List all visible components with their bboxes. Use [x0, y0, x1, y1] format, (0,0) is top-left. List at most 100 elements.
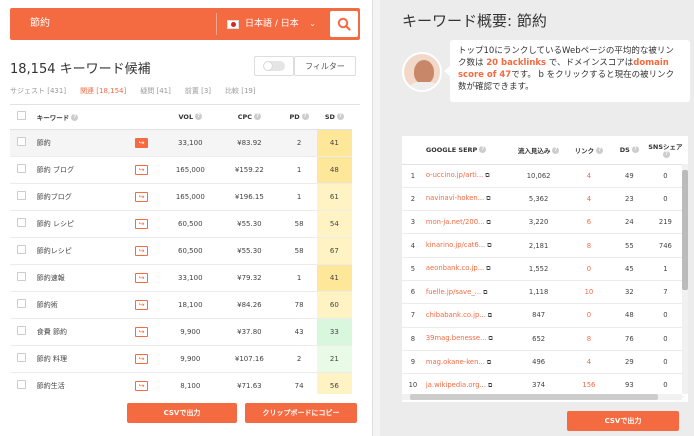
row-checkbox[interactable]: [16, 245, 26, 254]
open-arrow-icon[interactable]: ↪: [135, 353, 149, 364]
serp-url-cell[interactable]: kinarino.jp/cat6... ⧉: [424, 234, 511, 257]
links-cell[interactable]: 4: [566, 187, 612, 210]
keyword-cell[interactable]: 節約 料理: [33, 345, 120, 372]
tab-questions[interactable]: 疑問 [41]: [140, 86, 171, 102]
links-cell[interactable]: 0: [566, 304, 612, 327]
serp-url-cell[interactable]: aeonbank.co.jp... ⧉: [424, 257, 511, 280]
links-cell[interactable]: 8: [566, 327, 612, 350]
header-keyword[interactable]: キーワード?: [32, 105, 120, 130]
serp-horizontal-scrollbar[interactable]: [402, 394, 682, 400]
row-checkbox[interactable]: [16, 380, 26, 389]
row-checkbox[interactable]: [16, 164, 26, 173]
serp-url-cell[interactable]: 39mag.benesse... ⧉: [424, 327, 511, 350]
links-cell[interactable]: 4: [566, 350, 612, 373]
select-all-checkbox[interactable]: [16, 111, 26, 121]
external-link-icon[interactable]: ⧉: [485, 172, 489, 179]
serp-url-link[interactable]: ja.wikipedia.org...: [426, 381, 486, 389]
external-link-icon[interactable]: ⧉: [487, 219, 491, 226]
open-arrow-icon[interactable]: ↪: [135, 245, 149, 256]
open-arrow-icon[interactable]: ↪: [135, 218, 149, 229]
keyword-cell[interactable]: 節約術: [33, 291, 120, 318]
help-icon[interactable]: ?: [631, 146, 639, 154]
serp-url-cell[interactable]: fuelle.jp/save_... ⧉: [424, 280, 511, 303]
open-arrow-icon[interactable]: ↪: [135, 191, 149, 202]
serp-url-link[interactable]: mon-ja.net/200...: [426, 218, 485, 226]
help-icon[interactable]: ?: [662, 151, 670, 159]
tab-comparisons[interactable]: 比較 [19]: [225, 86, 256, 102]
toggle-switch[interactable]: [263, 61, 285, 71]
help-icon[interactable]: ?: [596, 147, 604, 155]
serp-url-cell[interactable]: chibabank.co.jp... ⧉: [424, 304, 511, 327]
keyword-cell[interactable]: 節約: [33, 129, 120, 156]
help-icon[interactable]: ?: [195, 113, 203, 121]
keyword-cell[interactable]: 節約 レシピ: [33, 210, 120, 237]
table-row[interactable]: 節約 料理 ↪ 9,900 ¥107.16 2 21: [10, 345, 352, 372]
open-arrow-icon[interactable]: ↪: [135, 272, 149, 283]
serp-url-link[interactable]: navinavi-hoken...: [426, 194, 484, 202]
header-cpc[interactable]: CPC?: [217, 105, 282, 130]
open-arrow-icon[interactable]: ↪: [135, 380, 149, 391]
tab-suggest[interactable]: サジェスト [431]: [10, 86, 66, 102]
table-row[interactable]: 節約生活 ↪ 8,100 ¥71.63 74 56: [10, 372, 352, 394]
serp-url-link[interactable]: fuelle.jp/save_...: [426, 288, 481, 296]
serp-url-link[interactable]: mag.okane-ken...: [426, 358, 485, 366]
header-pd[interactable]: PD?: [281, 105, 317, 130]
table-row[interactable]: 節約 ブログ ↪ 165,000 ¥159.22 1 48: [10, 156, 352, 183]
table-row[interactable]: 節約速報 ↪ 33,100 ¥79.32 1 41: [10, 264, 352, 291]
copy-clipboard-button[interactable]: クリップボードにコピー: [245, 403, 357, 423]
external-link-icon[interactable]: ⧉: [486, 195, 490, 202]
keyword-cell[interactable]: 節約生活: [33, 372, 120, 394]
open-arrow-icon[interactable]: ↪: [135, 299, 149, 310]
serp-url-link[interactable]: aeonbank.co.jp...: [426, 264, 484, 272]
row-checkbox[interactable]: [16, 299, 26, 308]
links-cell[interactable]: 6: [566, 211, 612, 234]
links-cell[interactable]: 0: [566, 257, 612, 280]
row-checkbox[interactable]: [16, 272, 26, 281]
scrollbar-thumb[interactable]: [682, 170, 688, 290]
external-link-icon[interactable]: ⧉: [487, 242, 491, 249]
links-cell[interactable]: 8: [566, 234, 612, 257]
serp-url-cell[interactable]: navinavi-hoken... ⧉: [424, 187, 511, 210]
scrollbar-thumb[interactable]: [410, 394, 658, 400]
search-input[interactable]: 節約: [16, 13, 206, 35]
keyword-cell[interactable]: 節約 ブログ: [33, 156, 120, 183]
help-icon[interactable]: ?: [552, 147, 560, 155]
serp-url-link[interactable]: o-uccino.jp/arti...: [426, 171, 483, 179]
tab-related[interactable]: 関連 [18,154]: [80, 86, 126, 102]
filter-button[interactable]: フィルター: [294, 56, 356, 76]
filter-toggle[interactable]: [254, 56, 294, 76]
serp-url-link[interactable]: kinarino.jp/cat6...: [426, 241, 485, 249]
external-link-icon[interactable]: ⧉: [488, 312, 492, 319]
help-icon[interactable]: ?: [301, 113, 309, 121]
keyword-cell[interactable]: 節約レシピ: [33, 237, 120, 264]
serp-url-cell[interactable]: mon-ja.net/200... ⧉: [424, 211, 511, 234]
links-cell[interactable]: 10: [566, 280, 612, 303]
language-select[interactable]: 日本語 / 日本 ⌄: [216, 13, 324, 35]
external-link-icon[interactable]: ⧉: [489, 335, 493, 342]
serp-url-link[interactable]: 39mag.benesse...: [426, 334, 487, 342]
tab-prepositions[interactable]: 前置 [3]: [185, 86, 211, 102]
table-row[interactable]: 節約 レシピ ↪ 60,500 ¥55.30 58 54: [10, 210, 352, 237]
keyword-cell[interactable]: 節約速報: [33, 264, 120, 291]
search-button[interactable]: [330, 11, 358, 37]
links-cell[interactable]: 4: [566, 164, 612, 187]
help-icon[interactable]: ?: [336, 113, 344, 121]
open-arrow-icon[interactable]: ↪: [135, 326, 149, 337]
row-checkbox[interactable]: [16, 326, 26, 335]
table-row[interactable]: 節約術 ↪ 18,100 ¥84.26 78 60: [10, 291, 352, 318]
panel-divider[interactable]: [372, 0, 380, 436]
serp-url-cell[interactable]: o-uccino.jp/arti... ⧉: [424, 164, 511, 187]
external-link-icon[interactable]: ⧉: [486, 265, 490, 272]
export-csv-button[interactable]: CSVで出力: [127, 403, 237, 423]
open-arrow-icon[interactable]: ↪: [135, 137, 149, 148]
row-checkbox[interactable]: [16, 353, 26, 362]
row-checkbox[interactable]: [16, 191, 26, 200]
keyword-cell[interactable]: 節約ブログ: [33, 183, 120, 210]
table-row[interactable]: 食費 節約 ↪ 9,900 ¥37.80 43 33: [10, 318, 352, 345]
open-arrow-icon[interactable]: ↪: [135, 164, 149, 175]
help-icon[interactable]: ?: [254, 113, 262, 121]
row-checkbox[interactable]: [16, 137, 26, 146]
header-vol[interactable]: VOL?: [163, 105, 218, 130]
export-serp-csv-button[interactable]: CSVで出力: [567, 411, 679, 431]
help-icon[interactable]: ?: [71, 114, 79, 122]
